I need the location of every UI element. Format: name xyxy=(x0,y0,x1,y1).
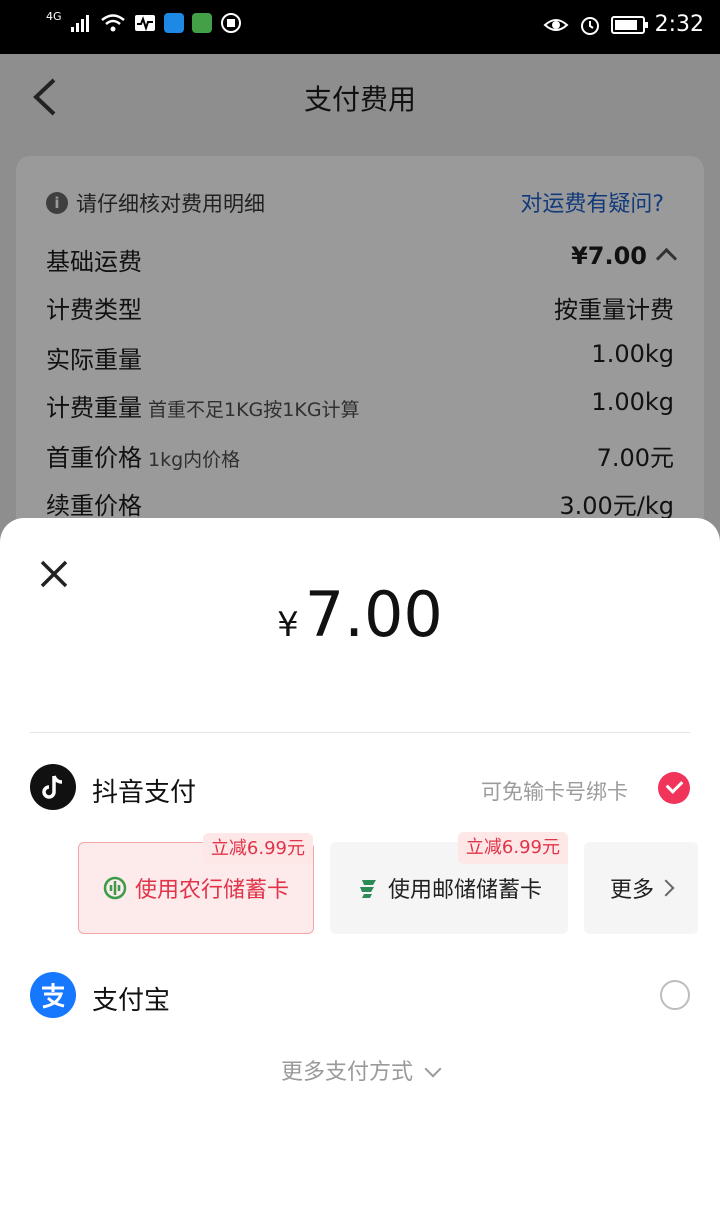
abc-bank-icon xyxy=(103,876,127,900)
more-payment-methods[interactable]: 更多支付方式 xyxy=(0,1054,720,1086)
method-name: 支付宝 xyxy=(92,986,171,1016)
signal-icon xyxy=(70,15,89,32)
shield-icon xyxy=(220,13,241,33)
bank-card-label: 使用农行储蓄卡 xyxy=(134,878,289,903)
psbc-bank-icon xyxy=(359,880,376,898)
fee-row: 计费类型 按重量计费 xyxy=(46,290,674,330)
clock: 2:32 xyxy=(654,12,704,37)
fee-notice-text: 请仔细核对费用明细 xyxy=(76,192,265,216)
fee-detail-card: i 请仔细核对费用明细 对运费有疑问? 基础运费 ¥7.00 计费类型 按重量计… xyxy=(16,156,704,576)
status-left: 4G xyxy=(46,10,242,34)
fee-row-label: 首重价格 1kg内价格 xyxy=(46,444,241,472)
fee-row-value: 1.00kg xyxy=(591,340,674,368)
more-cards-label: 更多 xyxy=(609,878,654,903)
discount-badge: 立减6.99元 xyxy=(202,833,313,865)
activity-icon xyxy=(134,15,155,32)
radio-unchecked-icon[interactable] xyxy=(660,980,690,1010)
method-alipay[interactable]: 支付宝 xyxy=(30,972,690,1020)
more-cards-button[interactable]: 更多 xyxy=(584,842,698,934)
info-icon: i xyxy=(46,192,68,214)
fee-question-link[interactable]: 对运费有疑问? xyxy=(520,186,664,218)
chevron-down-icon xyxy=(424,1060,442,1078)
method-douyin-pay[interactable]: 抖音支付 可免输卡号绑卡 xyxy=(30,764,690,812)
bank-card-label: 使用邮储储蓄卡 xyxy=(387,878,542,903)
fee-row: 实际重量 1.00kg xyxy=(46,340,674,380)
fee-row-sublabel: 首重不足1KG按1KG计算 xyxy=(148,399,360,421)
chevron-up-icon[interactable] xyxy=(655,247,678,270)
bank-card-psbc[interactable]: 立减6.99元 使用邮储储蓄卡 xyxy=(330,832,568,934)
status-bar: 4G 2:32 xyxy=(0,0,720,54)
currency-symbol: ¥ xyxy=(277,605,299,645)
network-indicator: 4G xyxy=(46,10,62,23)
bank-card-abc[interactable]: 立减6.99元 使用农行储蓄卡 xyxy=(78,833,314,934)
douyin-logo-icon xyxy=(30,764,76,810)
payment-amount: ¥7.00 xyxy=(0,578,720,651)
alipay-logo-icon xyxy=(30,972,76,1018)
fee-row-label: 基础运费 xyxy=(46,248,142,276)
fee-row-value: 按重量计费 xyxy=(554,296,674,324)
discount-badge: 立减6.99元 xyxy=(457,832,568,864)
app-notification-icon-2 xyxy=(191,13,212,33)
wifi-icon xyxy=(100,14,125,32)
payment-sheet: ¥7.00 抖音支付 可免输卡号绑卡 立减6.99元 使用农行储蓄卡 立减6.9… xyxy=(0,518,720,1216)
fee-row-value: 7.00元 xyxy=(596,444,674,472)
chevron-right-icon xyxy=(657,879,675,897)
divider xyxy=(30,732,690,733)
amount-value: 7.00 xyxy=(304,578,443,651)
fee-row[interactable]: 基础运费 ¥7.00 xyxy=(46,242,678,282)
fee-row-value: ¥7.00 xyxy=(571,242,678,270)
status-right: 2:32 xyxy=(543,12,704,37)
page-title: 支付费用 xyxy=(303,83,416,116)
fee-row-label: 计费重量 首重不足1KG按1KG计算 xyxy=(46,394,360,422)
fee-row-label: 计费类型 xyxy=(46,296,142,324)
more-payment-label: 更多支付方式 xyxy=(280,1060,413,1085)
fee-row-value: 3.00元/kg xyxy=(559,492,674,520)
fee-row-label: 续重价格 xyxy=(46,492,142,520)
eye-icon xyxy=(543,18,569,31)
method-name: 抖音支付 xyxy=(92,778,197,808)
alarm-icon xyxy=(580,16,599,35)
checked-icon[interactable] xyxy=(658,772,690,804)
fee-row: 首重价格 1kg内价格 7.00元 xyxy=(46,438,674,478)
fee-row: 计费重量 首重不足1KG按1KG计算 1.00kg xyxy=(46,388,674,428)
app-notification-icon xyxy=(163,13,184,33)
app-header: 支付费用 xyxy=(0,54,720,140)
battery-icon xyxy=(610,15,648,34)
fee-row-sublabel: 1kg内价格 xyxy=(148,449,241,471)
fee-row-label: 实际重量 xyxy=(46,346,142,374)
method-hint: 可免输卡号绑卡 xyxy=(481,780,628,804)
fee-row-value: 1.00kg xyxy=(591,388,674,416)
fee-notice: i 请仔细核对费用明细 xyxy=(46,188,265,218)
